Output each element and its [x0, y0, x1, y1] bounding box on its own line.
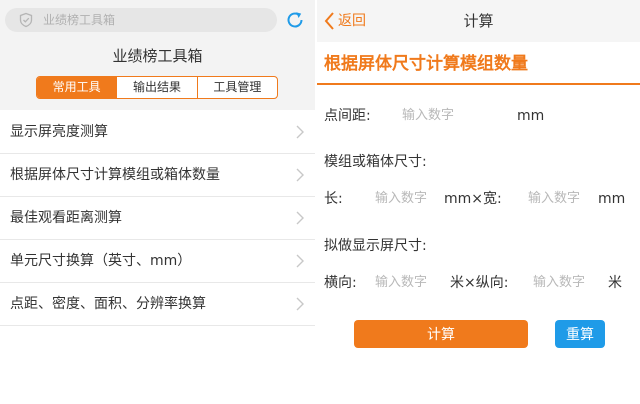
tab-tool-management[interactable]: 工具管理	[196, 77, 277, 98]
toolbox-header: 业绩榜工具箱 业绩榜工具箱 常用工具 输出结果 工具管理	[0, 0, 315, 110]
screen-vertical-label: 米×纵向:	[450, 275, 509, 291]
calculator-screen: 返回 计算 根据屏体尺寸计算模组数量 点间距: mm 模组或箱体尺寸: 长: m…	[317, 0, 640, 404]
screen-horizontal-input[interactable]	[375, 273, 443, 293]
module-width-label: mm×宽:	[444, 191, 502, 207]
pitch-label: 点间距:	[324, 108, 371, 124]
heading-underline	[317, 83, 640, 85]
tab-bar: 常用工具 输出结果 工具管理	[36, 76, 278, 99]
nav-bar: 返回 计算	[317, 0, 640, 42]
module-length-input[interactable]	[375, 189, 443, 209]
list-item-label: 最佳观看距离测算	[10, 210, 122, 226]
chevron-right-icon	[296, 168, 304, 182]
list-item-module-count[interactable]: 根据屏体尺寸计算模组或箱体数量	[0, 154, 315, 197]
screen-horizontal-label: 横向:	[324, 275, 357, 291]
module-length-label: 长:	[324, 191, 343, 207]
list-item-label: 根据屏体尺寸计算模组或箱体数量	[10, 167, 220, 183]
pitch-input[interactable]	[402, 106, 502, 126]
list-item-pitch-conversion[interactable]: 点距、密度、面积、分辨率换算	[0, 283, 315, 326]
chevron-right-icon	[296, 297, 304, 311]
module-width-unit: mm	[598, 191, 626, 207]
page-title: 业绩榜工具箱	[112, 47, 203, 65]
search-bar[interactable]: 业绩榜工具箱	[5, 8, 277, 32]
module-width-input[interactable]	[528, 189, 596, 209]
list-item-label: 点距、密度、面积、分辨率换算	[10, 296, 206, 312]
toolbox-screen: 业绩榜工具箱 业绩榜工具箱 常用工具 输出结果 工具管理 显示屏亮度测算 根据屏…	[0, 0, 315, 404]
tab-output-results[interactable]: 输出结果	[116, 77, 196, 98]
tab-common-tools[interactable]: 常用工具	[37, 77, 117, 98]
screen-size-label: 拟做显示屏尺寸:	[324, 238, 427, 254]
screen-vertical-input[interactable]	[533, 273, 601, 293]
reset-button[interactable]: 重算	[555, 320, 605, 348]
back-label: 返回	[338, 13, 366, 29]
screen-vertical-unit: 米	[608, 275, 622, 291]
list-item-brightness[interactable]: 显示屏亮度测算	[0, 111, 315, 154]
back-chevron-icon	[324, 12, 334, 30]
chevron-right-icon	[296, 211, 304, 225]
calculator-heading: 根据屏体尺寸计算模组数量	[324, 54, 528, 74]
search-placeholder[interactable]: 业绩榜工具箱	[43, 12, 115, 28]
chevron-right-icon	[296, 125, 304, 139]
back-button[interactable]: 返回	[323, 10, 366, 32]
pitch-unit: mm	[517, 108, 545, 124]
list-item-viewing-distance[interactable]: 最佳观看距离测算	[0, 197, 315, 240]
refresh-icon[interactable]	[284, 9, 306, 31]
list-item-label: 单元尺寸换算（英寸、mm）	[10, 253, 192, 269]
list-item-unit-conversion[interactable]: 单元尺寸换算（英寸、mm）	[0, 240, 315, 283]
chevron-right-icon	[296, 254, 304, 268]
calculate-button[interactable]: 计算	[354, 320, 528, 348]
tool-list: 显示屏亮度测算 根据屏体尺寸计算模组或箱体数量 最佳观看距离测算 单元尺寸换算（…	[0, 111, 315, 326]
module-size-label: 模组或箱体尺寸:	[324, 154, 427, 170]
list-item-label: 显示屏亮度测算	[10, 124, 108, 140]
shield-icon	[19, 12, 33, 28]
